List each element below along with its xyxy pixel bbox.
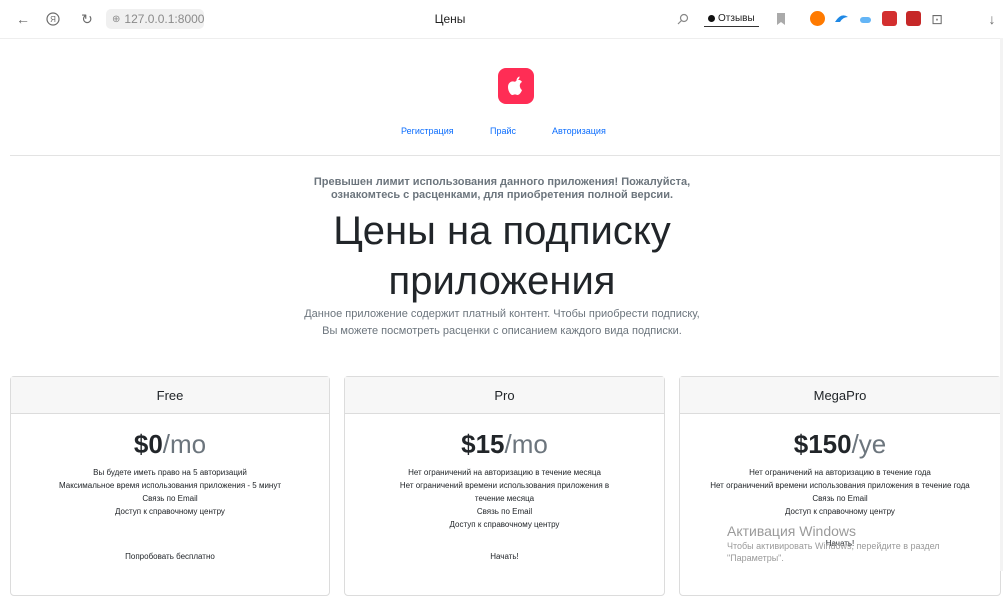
plan-features: Вы будете иметь право на 5 авторизаций М… bbox=[11, 466, 329, 518]
feature-item: Максимальное время использования приложе… bbox=[59, 481, 281, 490]
page-tab-title: Цены bbox=[434, 12, 466, 26]
nav-pricing-link[interactable]: Прайс bbox=[490, 126, 516, 136]
limit-warning: Превышен лимит использования данного при… bbox=[313, 176, 691, 201]
extension-red-badge-icon[interactable] bbox=[882, 11, 897, 26]
address-bar[interactable]: ⊕ 127.0.0.1:8000 bbox=[106, 9, 204, 29]
extensions-puzzle-icon[interactable]: ⊡ bbox=[928, 10, 946, 28]
search-icon[interactable] bbox=[674, 10, 692, 28]
url-text: 127.0.0.1:8000 bbox=[124, 12, 205, 26]
plan-price: $15/mo bbox=[345, 428, 664, 460]
plan-name: Pro bbox=[345, 377, 664, 414]
try-free-button[interactable]: Попробовать бесплатно bbox=[11, 551, 329, 562]
price-period: /mo bbox=[162, 429, 207, 459]
reviews-label: Отзывы bbox=[718, 13, 755, 24]
plan-price: $0/mo bbox=[11, 428, 329, 460]
plan-name: Free bbox=[11, 377, 329, 414]
reviews-dot-icon bbox=[708, 15, 715, 22]
watermark-subtitle: Чтобы активировать Windows, перейдите в … bbox=[727, 541, 940, 563]
plan-features: Нет ограничений на авторизацию в течение… bbox=[345, 466, 664, 531]
price-amount: $150 bbox=[793, 429, 852, 459]
page-title: Цены на подписку приложения bbox=[333, 209, 671, 303]
feature-item: Доступ к справочному центру bbox=[785, 507, 895, 516]
windows-activation-watermark: Активация Windows Чтобы активировать Win… bbox=[727, 523, 997, 564]
plan-name: MegaPro bbox=[680, 377, 1000, 414]
pricing-lead-text: Данное приложение содержит платный конте… bbox=[304, 308, 700, 337]
feature-item: Нет ограничений времени использования пр… bbox=[710, 481, 970, 490]
extension-orange-icon[interactable] bbox=[810, 11, 825, 26]
feature-item: Доступ к справочному центру bbox=[115, 507, 225, 516]
price-period: /mo bbox=[504, 429, 548, 459]
plan-card-pro: Pro $15/mo Нет ограничений на авторизаци… bbox=[344, 376, 665, 596]
reviews-button[interactable]: Отзывы bbox=[704, 11, 759, 27]
extension-cloud-icon[interactable] bbox=[858, 11, 873, 26]
apple-icon bbox=[508, 76, 522, 95]
feature-item: Нет ограничений на авторизацию в течение… bbox=[749, 468, 931, 477]
header-divider bbox=[10, 155, 1003, 156]
feature-item: Вы будете иметь право на 5 авторизаций bbox=[93, 468, 247, 477]
reload-icon[interactable]: ↻ bbox=[78, 10, 96, 28]
extension-blue-bird-icon[interactable] bbox=[834, 11, 849, 26]
start-pro-button[interactable]: Начать! bbox=[345, 551, 664, 562]
svg-text:Я: Я bbox=[50, 15, 56, 24]
feature-item: Связь по Email bbox=[142, 494, 198, 503]
apple-logo[interactable] bbox=[498, 68, 534, 104]
nav-login-link[interactable]: Авторизация bbox=[552, 126, 606, 136]
feature-item: Доступ к справочному центру bbox=[449, 520, 560, 529]
top-nav: Регистрация Прайс Авторизация bbox=[0, 126, 1003, 142]
browser-toolbar: ← Я ↻ ⊕ 127.0.0.1:8000 Цены Отзывы ⊡ ↓ bbox=[0, 0, 1003, 39]
back-icon[interactable]: ← bbox=[14, 10, 32, 28]
price-period: /ye bbox=[851, 429, 887, 459]
nav-register-link[interactable]: Регистрация bbox=[401, 126, 454, 136]
download-icon[interactable]: ↓ bbox=[983, 10, 1001, 28]
feature-item: Нет ограничений на авторизацию в течение… bbox=[408, 468, 601, 477]
watermark-title: Активация Windows bbox=[727, 523, 857, 539]
price-amount: $0 bbox=[133, 429, 163, 459]
plan-features: Нет ограничений на авторизацию в течение… bbox=[680, 466, 1000, 518]
bookmark-icon[interactable] bbox=[772, 10, 790, 28]
feature-item: Нет ограничений времени использования пр… bbox=[399, 481, 610, 503]
feature-item: Связь по Email bbox=[812, 494, 868, 503]
price-amount: $15 bbox=[461, 429, 505, 459]
plan-price: $150/ye bbox=[680, 428, 1000, 460]
plan-card-free: Free $0/mo Вы будете иметь право на 5 ав… bbox=[10, 376, 330, 596]
yandex-icon[interactable]: Я bbox=[44, 10, 62, 28]
site-info-icon[interactable]: ⊕ bbox=[112, 14, 120, 25]
feature-item: Связь по Email bbox=[476, 507, 533, 516]
extension-grid-icon[interactable] bbox=[906, 11, 921, 26]
